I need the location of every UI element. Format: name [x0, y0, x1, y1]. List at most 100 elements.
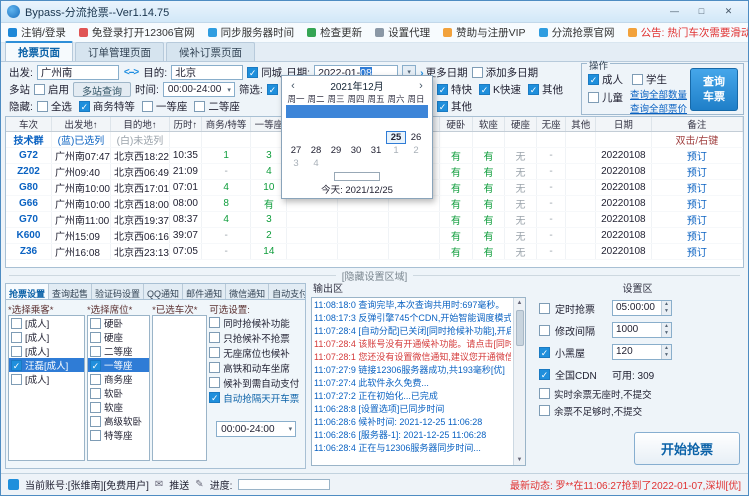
- seat-checkbox-4[interactable]: ✓: [90, 360, 101, 371]
- filter-option-3[interactable]: ✓其他: [528, 82, 563, 97]
- seat-checkbox-9[interactable]: [90, 430, 101, 441]
- setting-spinner-1[interactable]: 05:00:00▲▼: [612, 300, 672, 316]
- passenger-checkbox-4[interactable]: ✓: [11, 360, 22, 371]
- passenger-item-5[interactable]: [成人]: [9, 372, 84, 386]
- grab-option-1[interactable]: 同时抢候补功能: [209, 315, 303, 330]
- calendar-day-30[interactable]: 30: [346, 144, 366, 157]
- column-header-11[interactable]: 软座: [472, 117, 505, 132]
- seat-item-8[interactable]: 高级软卧: [88, 414, 149, 428]
- hide-option-4[interactable]: 二等座: [194, 99, 240, 114]
- toolbar-item-3[interactable]: 同步服务器时间: [208, 25, 295, 40]
- train-row-6[interactable]: K600广州15:09北京西06:1639:07-2有有无-20220108预订: [6, 228, 743, 244]
- book-link[interactable]: 预订: [651, 180, 742, 196]
- filter-checkbox-1[interactable]: ✓: [267, 84, 278, 95]
- seat-checkbox-1[interactable]: [90, 318, 101, 329]
- seat-item-4[interactable]: ✓一等座: [88, 358, 149, 372]
- setting-spinner-2[interactable]: 1000▲▼: [612, 322, 672, 338]
- toolbar-item-7[interactable]: 分流抢票官网: [539, 25, 615, 40]
- filter-checkbox-1[interactable]: ✓: [437, 84, 448, 95]
- column-header-12[interactable]: 硬座: [505, 117, 537, 132]
- book-link[interactable]: 预订: [651, 196, 742, 212]
- book-link[interactable]: 预订: [651, 228, 742, 244]
- seat-item-1[interactable]: 硬卧: [88, 316, 149, 330]
- grab-tab-3[interactable]: 验证码设置: [92, 284, 144, 299]
- adult-checkbox[interactable]: ✓: [588, 74, 599, 85]
- toolbar-item-5[interactable]: 设置代理: [375, 25, 430, 40]
- toolbar-item-2[interactable]: 免登录打开12306官网: [79, 25, 195, 40]
- student-checkbox[interactable]: [632, 74, 643, 85]
- spin-up-icon[interactable]: ▲: [662, 323, 671, 330]
- train-code[interactable]: G70: [6, 212, 51, 228]
- depart-time-select[interactable]: 00:00-24:00▾: [216, 421, 296, 437]
- add-multi-date-checkbox[interactable]: [472, 67, 483, 78]
- toolbar-item-6[interactable]: 赞助与注册VIP: [443, 25, 525, 40]
- column-header-5[interactable]: 商务/特等: [201, 117, 251, 132]
- seat-item-2[interactable]: 硬座: [88, 330, 149, 344]
- seat-checkbox-8[interactable]: [90, 416, 101, 427]
- seat-checkbox-6[interactable]: [90, 388, 101, 399]
- filter-option-2[interactable]: ✓K快速: [479, 82, 521, 97]
- column-header-14[interactable]: 其他: [566, 117, 596, 132]
- page-tab-3[interactable]: 候补订票页面: [166, 42, 255, 61]
- selected-train-list[interactable]: [152, 315, 207, 461]
- train-code[interactable]: G66: [6, 196, 51, 212]
- calendar-day-28[interactable]: 28: [306, 144, 326, 157]
- setting-checkbox-4[interactable]: ✓: [539, 369, 550, 380]
- child-option[interactable]: 儿童: [588, 90, 623, 105]
- to-input[interactable]: 北京: [171, 65, 243, 80]
- filter-checkbox-2[interactable]: ✓: [479, 84, 490, 95]
- column-header-3[interactable]: 目的地↑: [110, 117, 169, 132]
- calendar-next-icon[interactable]: ›: [414, 80, 428, 92]
- spin-down-icon[interactable]: ▼: [662, 352, 671, 359]
- page-tab-1[interactable]: 抢票页面: [5, 41, 73, 61]
- spin-down-icon[interactable]: ▼: [662, 330, 671, 337]
- hide-checkbox-4[interactable]: [194, 101, 205, 112]
- same-city-option[interactable]: ✓同城: [247, 65, 282, 80]
- setting-checkbox-2[interactable]: [539, 325, 550, 336]
- grab-option-checkbox-5[interactable]: [209, 377, 220, 388]
- book-link[interactable]: 预订: [651, 212, 742, 228]
- student-option[interactable]: 学生: [632, 72, 667, 87]
- query-all-price-link[interactable]: 查询全部票价: [630, 101, 687, 115]
- swap-stations-button[interactable]: <-->: [123, 67, 139, 78]
- query-ticket-button[interactable]: 查询车票: [690, 68, 738, 111]
- calendar-day-2[interactable]: 2: [406, 144, 426, 157]
- column-header-2[interactable]: 出发地↑: [51, 117, 110, 132]
- hide-option-2[interactable]: ✓商务特等: [79, 99, 135, 114]
- calendar-day-29[interactable]: 29: [326, 144, 346, 157]
- add-multi-date-option[interactable]: 添加多日期: [472, 65, 539, 80]
- calendar-day-3[interactable]: 3: [286, 157, 306, 170]
- hide-checkbox-3[interactable]: [142, 101, 153, 112]
- train-code[interactable]: Z202: [6, 164, 51, 180]
- calendar-day-26[interactable]: 26: [406, 131, 426, 144]
- scroll-down-icon[interactable]: ▼: [517, 455, 523, 465]
- from-input[interactable]: 广州南: [37, 65, 119, 80]
- seat-checkbox-7[interactable]: [90, 402, 101, 413]
- calendar-day-31[interactable]: 31: [366, 144, 386, 157]
- grab-tab-4[interactable]: QQ通知: [144, 284, 183, 299]
- setting-spinner-3[interactable]: 120▲▼: [612, 344, 672, 360]
- output-scrollbar[interactable]: ▲ ▼: [513, 298, 525, 465]
- train-code[interactable]: G80: [6, 180, 51, 196]
- toolbar-item-4[interactable]: 检查更新: [307, 25, 362, 40]
- enable-checkbox[interactable]: [34, 84, 45, 95]
- maximize-button[interactable]: □: [688, 3, 715, 20]
- passenger-checkbox-2[interactable]: [11, 332, 22, 343]
- column-header-15[interactable]: 日期: [596, 117, 652, 132]
- grab-option-5[interactable]: 候补到需自动支付: [209, 375, 303, 390]
- passenger-checkbox-5[interactable]: [11, 374, 22, 385]
- column-header-16[interactable]: 备注: [651, 117, 742, 132]
- grab-option-4[interactable]: 高铁和动车坐席: [209, 360, 303, 375]
- hide-checkbox-1[interactable]: ✓: [437, 101, 448, 112]
- hide-checkbox-2[interactable]: ✓: [79, 101, 90, 112]
- submit-checkbox-2[interactable]: [539, 405, 550, 416]
- calendar-prev-icon[interactable]: ‹: [286, 80, 300, 92]
- passenger-checkbox-3[interactable]: [11, 346, 22, 357]
- grab-option-checkbox-4[interactable]: [209, 362, 220, 373]
- passenger-item-2[interactable]: [成人]: [9, 330, 84, 344]
- seat-item-5[interactable]: 商务座: [88, 372, 149, 386]
- train-code[interactable]: K600: [6, 228, 51, 244]
- calendar-day-1[interactable]: 1: [386, 144, 406, 157]
- time-range-select[interactable]: 00:00-24:00▾: [163, 82, 235, 97]
- column-header-4[interactable]: 历时↑: [170, 117, 202, 132]
